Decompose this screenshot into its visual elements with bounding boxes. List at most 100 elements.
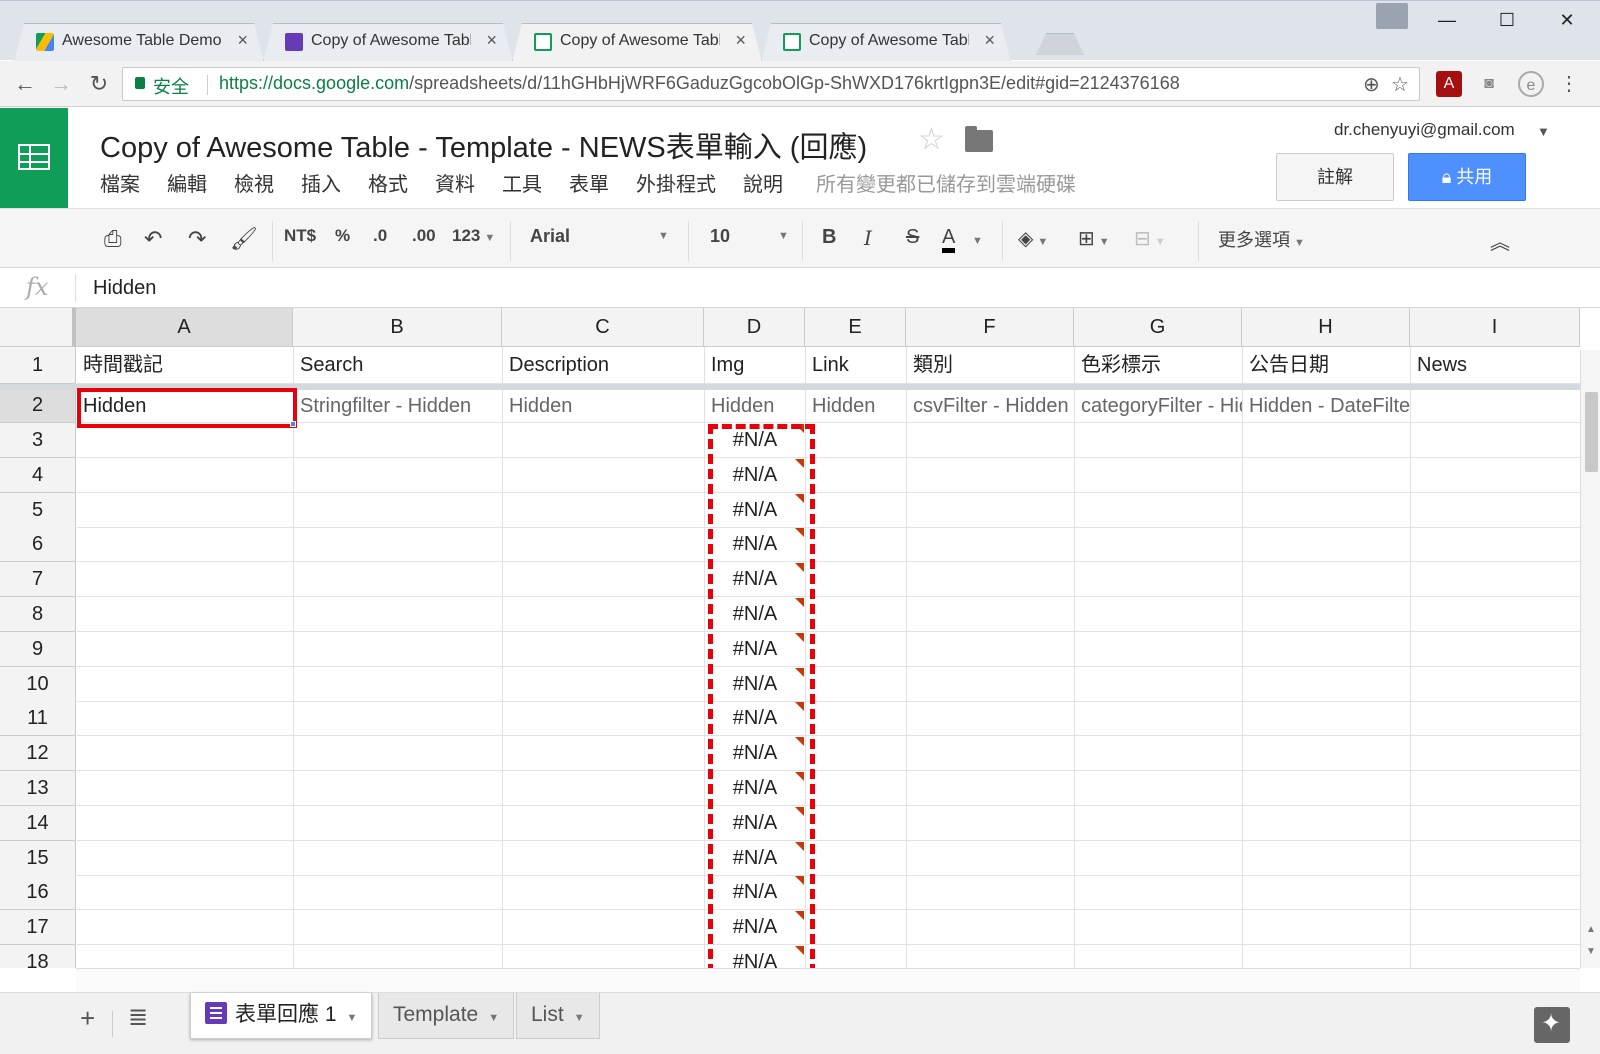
cell-g11[interactable] xyxy=(1075,701,1243,737)
column-header-e[interactable]: E xyxy=(805,308,906,347)
cell-i10[interactable] xyxy=(1411,667,1580,702)
cell-g4[interactable] xyxy=(1075,457,1243,493)
menu-insert[interactable]: 插入 xyxy=(301,174,341,196)
cell-b15[interactable] xyxy=(294,840,503,876)
cell-a12[interactable] xyxy=(77,736,294,772)
cell-g3[interactable] xyxy=(1075,423,1243,458)
cell-g5[interactable] xyxy=(1075,492,1243,528)
browser-tab-1[interactable]: Awesome Table Demo - × xyxy=(14,23,264,63)
forward-icon[interactable]: → xyxy=(46,69,76,99)
cell-g12[interactable] xyxy=(1075,736,1243,772)
cell-i2[interactable] xyxy=(1411,388,1580,423)
scroll-up-icon[interactable]: ▲ xyxy=(1586,924,1596,935)
cell-c8[interactable] xyxy=(503,597,705,632)
cell-f13[interactable] xyxy=(907,771,1075,806)
explore-icon[interactable] xyxy=(1534,1007,1570,1043)
row-header-3[interactable]: 3 xyxy=(0,423,76,458)
row-header-11[interactable]: 11 xyxy=(0,701,76,737)
font-family-select[interactable]: Arial ▼ xyxy=(530,226,670,247)
cell-d1[interactable]: Img xyxy=(705,347,806,384)
extension-icon[interactable]: e xyxy=(1518,71,1544,97)
cell-e2[interactable]: Hidden xyxy=(806,388,907,423)
column-header-i[interactable]: I xyxy=(1410,308,1580,347)
pdf-extension-icon[interactable]: A xyxy=(1436,71,1462,97)
close-icon[interactable]: × xyxy=(735,30,746,51)
row-header-9[interactable]: 9 xyxy=(0,631,76,667)
sheet-tab-list[interactable]: List ▼ xyxy=(516,993,600,1039)
font-size-select[interactable]: 10 ▼ xyxy=(710,226,790,247)
cell-a13[interactable] xyxy=(77,771,294,806)
cell-c4[interactable] xyxy=(503,457,705,493)
cell-b1[interactable]: Search xyxy=(294,347,503,384)
cell-b3[interactable] xyxy=(294,423,503,458)
cell-a18[interactable] xyxy=(77,945,294,968)
cell-b18[interactable] xyxy=(294,945,503,968)
cell-f12[interactable] xyxy=(907,736,1075,772)
cell-g1[interactable]: 色彩標示 xyxy=(1075,347,1243,384)
text-color-icon[interactable]: A xyxy=(942,226,956,253)
cell-f14[interactable] xyxy=(907,805,1075,841)
cell-b17[interactable] xyxy=(294,910,503,946)
browser-tab-3[interactable]: Copy of Awesome Table × xyxy=(512,23,762,63)
column-header-a[interactable]: A xyxy=(76,308,293,347)
save-status[interactable]: 所有變更都已儲存到雲端硬碟 xyxy=(816,174,1076,196)
cell-e9[interactable] xyxy=(806,631,907,667)
cell-b13[interactable] xyxy=(294,771,503,806)
row-header-6[interactable]: 6 xyxy=(0,527,76,563)
cell-b14[interactable] xyxy=(294,805,503,841)
menu-addons[interactable]: 外掛程式 xyxy=(636,174,716,196)
cell-f8[interactable] xyxy=(907,597,1075,632)
maximize-icon[interactable]: ☐ xyxy=(1485,5,1529,35)
cell-a7[interactable] xyxy=(77,562,294,598)
cell-h11[interactable] xyxy=(1243,701,1411,737)
cell-e11[interactable] xyxy=(806,701,907,737)
cell-e17[interactable] xyxy=(806,910,907,946)
strikethrough-icon[interactable]: S xyxy=(906,226,919,249)
browser-tab-4[interactable]: Copy of Awesome Table × xyxy=(761,23,1011,63)
cell-g10[interactable] xyxy=(1075,666,1243,702)
row-header-13[interactable]: 13 xyxy=(0,771,76,806)
row-header-18[interactable]: 18 xyxy=(0,945,76,968)
cell-a10[interactable] xyxy=(77,666,294,702)
close-icon[interactable]: × xyxy=(486,30,497,51)
menu-form[interactable]: 表單 xyxy=(569,174,609,196)
cell-c5[interactable] xyxy=(503,492,705,528)
folder-icon[interactable] xyxy=(965,126,993,152)
cell-h16[interactable] xyxy=(1243,875,1411,911)
row-header-4[interactable]: 4 xyxy=(0,457,76,493)
cell-b2[interactable]: Stringfilter - Hidden xyxy=(294,388,503,423)
address-bar[interactable]: 安全 https://docs.google.com/spreadsheets/… xyxy=(122,67,1420,101)
cell-f10[interactable] xyxy=(907,666,1075,702)
merge-cells-icon[interactable]: ⊟ ▼ xyxy=(1134,226,1166,251)
cell-f7[interactable] xyxy=(907,562,1075,598)
cell-e16[interactable] xyxy=(806,875,907,911)
cell-a9[interactable] xyxy=(77,631,294,667)
comments-button[interactable]: 註解 xyxy=(1276,153,1394,201)
cell-h17[interactable] xyxy=(1243,910,1411,946)
chevron-down-icon[interactable]: ▼ xyxy=(1537,124,1550,139)
cell-f11[interactable] xyxy=(907,701,1075,737)
formula-input[interactable]: Hidden xyxy=(93,277,156,300)
fill-color-icon[interactable]: ◈ ▼ xyxy=(1018,226,1048,251)
cell-a14[interactable] xyxy=(77,805,294,841)
cell-i16[interactable] xyxy=(1411,875,1580,911)
column-header-f[interactable]: F xyxy=(906,308,1074,347)
undo-icon[interactable]: ↶ xyxy=(144,226,162,252)
column-header-g[interactable]: G xyxy=(1074,308,1242,347)
row-header-17[interactable]: 17 xyxy=(0,910,76,946)
cell-e3[interactable] xyxy=(806,423,907,458)
cell-f9[interactable] xyxy=(907,631,1075,667)
cell-h13[interactable] xyxy=(1243,771,1411,806)
cell-b12[interactable] xyxy=(294,736,503,772)
cell-f15[interactable] xyxy=(907,840,1075,876)
cell-c7[interactable] xyxy=(503,562,705,598)
cell-b8[interactable] xyxy=(294,597,503,632)
cell-h7[interactable] xyxy=(1243,562,1411,598)
cell-e12[interactable] xyxy=(806,736,907,772)
row-header-10[interactable]: 10 xyxy=(0,666,76,702)
row-header-5[interactable]: 5 xyxy=(0,492,76,528)
cell-e10[interactable] xyxy=(806,666,907,702)
close-icon[interactable]: × xyxy=(984,30,995,51)
cell-i5[interactable] xyxy=(1411,493,1580,528)
scroll-down-icon[interactable]: ▼ xyxy=(1586,946,1596,957)
